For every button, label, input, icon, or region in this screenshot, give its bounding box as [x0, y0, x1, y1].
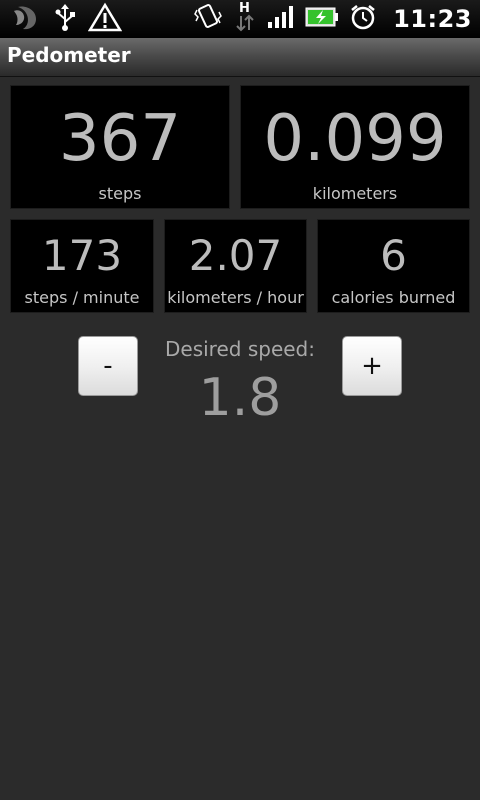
- battery-charging-icon: [305, 6, 339, 32]
- pace-value: 173: [41, 231, 123, 280]
- vibrate-icon: [193, 2, 223, 36]
- calories-value: 6: [380, 231, 407, 280]
- increase-speed-button[interactable]: +: [342, 336, 402, 396]
- title-bar: Pedometer: [0, 38, 480, 77]
- app-title: Pedometer: [7, 43, 131, 67]
- distance-tile: 0.099 kilometers: [240, 85, 470, 209]
- warning-icon: [87, 2, 123, 36]
- pace-label: steps / minute: [24, 288, 140, 307]
- status-bar: H 11:23: [0, 0, 480, 38]
- calories-tile: 6 calories burned: [317, 219, 470, 313]
- speed-label: kilometers / hour: [167, 288, 304, 307]
- hspa-data-icon: H: [233, 0, 257, 38]
- distance-value: 0.099: [263, 102, 447, 176]
- notification-icons: [8, 0, 123, 38]
- svg-text:H: H: [239, 1, 250, 16]
- pace-tile: 173 steps / minute: [10, 219, 154, 313]
- calories-label: calories burned: [331, 288, 456, 307]
- steps-value: 367: [58, 102, 182, 176]
- system-icons: H 11:23: [193, 0, 472, 38]
- decrease-speed-button[interactable]: -: [78, 336, 138, 396]
- moon-notification-icon: [8, 2, 42, 36]
- speed-value: 2.07: [188, 231, 283, 280]
- desired-speed-value: 1.8: [198, 368, 282, 428]
- steps-label: steps: [98, 184, 142, 203]
- distance-label: kilometers: [312, 184, 398, 203]
- signal-icon: [267, 4, 295, 34]
- alarm-icon: [349, 3, 377, 35]
- steps-tile: 367 steps: [10, 85, 230, 209]
- status-time: 11:23: [393, 5, 472, 33]
- usb-icon: [52, 2, 78, 36]
- desired-speed-label: Desired speed:: [165, 337, 315, 361]
- speed-tile: 2.07 kilometers / hour: [164, 219, 307, 313]
